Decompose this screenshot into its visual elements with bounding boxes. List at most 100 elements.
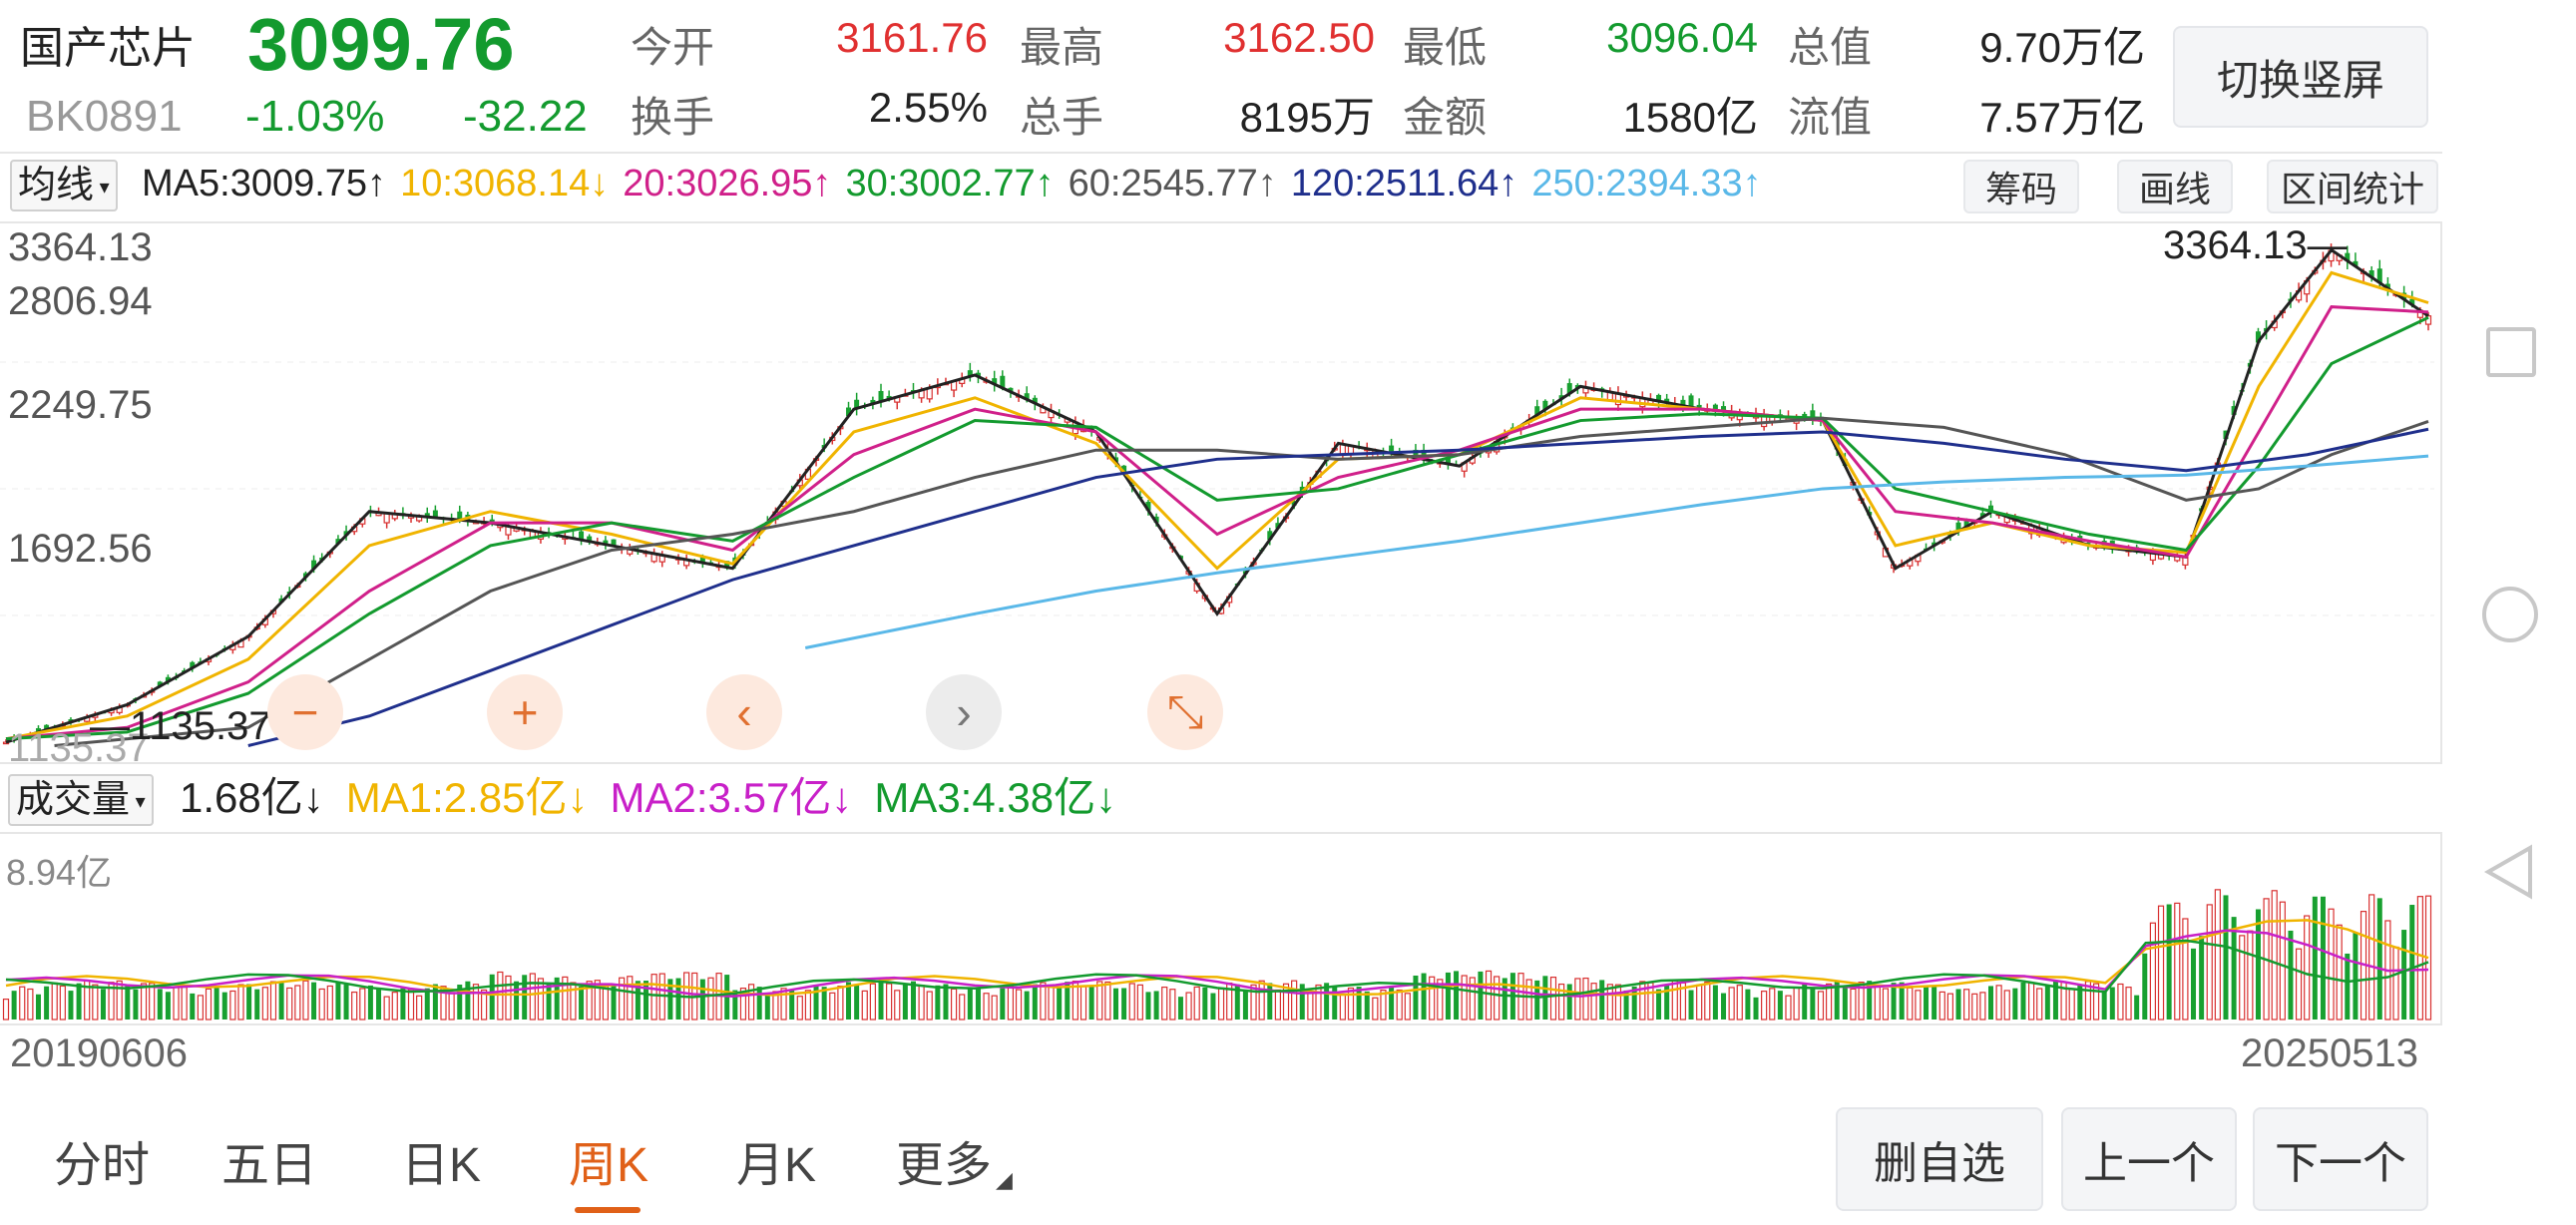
price-axis-label: 3364.13 — [8, 225, 153, 269]
volume-bar — [1315, 984, 1322, 1021]
quote-value: 3161.76 — [836, 14, 988, 61]
scroll-left-button[interactable]: ‹ — [706, 674, 782, 750]
volume-bar — [2182, 918, 2189, 1021]
ma-value: 30:3002.77↑ — [845, 163, 1055, 204]
zoom-out-button[interactable]: − — [267, 674, 343, 750]
ma-value: MA5:3009.75↑ — [142, 163, 387, 204]
volume-bar — [1413, 975, 1419, 1020]
tab-5[interactable]: 更多 — [896, 1125, 992, 1195]
remove-favorite-button[interactable]: 删自选 — [1836, 1107, 2043, 1211]
volume-bar — [302, 980, 309, 1021]
tab-3[interactable]: 周K — [569, 1125, 648, 1195]
volume-bar — [959, 994, 966, 1021]
volume-bar — [1915, 990, 1922, 1021]
back-icon[interactable] — [2482, 844, 2534, 900]
volume-bar — [391, 992, 398, 1021]
ma-value: 20:3026.95↑ — [623, 163, 832, 204]
volume-bar — [1210, 993, 1216, 1020]
volume-bar — [1015, 989, 1023, 1021]
volume-bar — [407, 989, 415, 1021]
volume-bar — [2239, 935, 2246, 1021]
volume-chart-area[interactable] — [0, 832, 2442, 1025]
recent-apps-icon[interactable] — [2486, 327, 2536, 377]
quote-label: 今开 — [631, 24, 715, 71]
volume-bar — [261, 987, 268, 1021]
volume-bar — [1938, 991, 1945, 1021]
draw-line-button[interactable]: 画线 — [2117, 160, 2233, 213]
volume-bar — [1825, 983, 1833, 1021]
next-button[interactable]: 下一个 — [2253, 1107, 2428, 1211]
volume-bar — [157, 989, 163, 1020]
volume-bar — [1421, 973, 1427, 1020]
volume-bar — [2191, 948, 2197, 1020]
volume-bar — [59, 985, 66, 1021]
volume-bar — [35, 994, 41, 1020]
volume-bar — [2036, 988, 2043, 1021]
home-icon[interactable] — [2482, 587, 2538, 642]
tab-2[interactable]: 日K — [401, 1125, 481, 1195]
volume-bar — [1217, 987, 1225, 1021]
zoom-in-button[interactable]: + — [487, 674, 563, 750]
quote-label: 金额 — [1403, 94, 1488, 141]
volume-bar — [1339, 994, 1346, 1021]
volume-bar — [2353, 933, 2359, 1020]
tab-0[interactable]: 分时 — [54, 1125, 150, 1195]
quote-value: 9.70万亿 — [1979, 24, 2145, 71]
tab-4[interactable]: 月K — [736, 1125, 816, 1195]
ma-line-ma20 — [5, 305, 2429, 741]
quote-value: 8195万 — [1239, 94, 1375, 141]
volume-bar — [44, 986, 50, 1020]
stock-code: BK0891 — [26, 92, 183, 141]
volume-bar — [465, 981, 471, 1020]
ma-selector[interactable]: 均线 ▾ — [10, 160, 118, 211]
volume-bar — [1924, 985, 1930, 1020]
tab-1[interactable]: 五日 — [221, 1125, 317, 1195]
volume-bar — [76, 983, 82, 1020]
volume-bar — [2416, 896, 2423, 1021]
volume-ma-value: 1.68亿↓ — [180, 774, 324, 821]
chips-button[interactable]: 筹码 — [1963, 160, 2079, 213]
volume-bar — [2223, 895, 2229, 1020]
volume-bar — [1040, 982, 1047, 1021]
volume-bar — [1161, 986, 1168, 1021]
kline-chart-area[interactable] — [0, 221, 2442, 764]
volume-bar — [894, 990, 901, 1021]
volume-bar — [2134, 995, 2140, 1020]
reset-zoom-button[interactable]: ⤡ — [1147, 674, 1223, 750]
volume-bar — [650, 974, 657, 1021]
previous-button[interactable]: 上一个 — [2061, 1107, 2237, 1211]
volume-bar — [1745, 989, 1751, 1020]
volume-bar — [294, 985, 301, 1021]
volume-bar — [1793, 987, 1800, 1021]
volume-bar — [2149, 922, 2157, 1021]
quote-label: 换手 — [631, 94, 715, 141]
scroll-right-button[interactable]: › — [926, 674, 1002, 750]
volume-bar — [2288, 930, 2294, 1020]
volume-bar — [343, 985, 349, 1020]
volume-bar — [950, 988, 958, 1021]
volume-bar — [351, 991, 358, 1021]
volume-bar — [246, 984, 252, 1020]
switch-portrait-button[interactable]: 切换竖屏 — [2173, 26, 2428, 128]
quote-label: 流值 — [1788, 94, 1873, 141]
volume-bar — [1000, 988, 1006, 1020]
volume-bar — [229, 990, 236, 1021]
ma-values: MA5:3009.75↑ 10:3068.14↓ 20:3026.95↑ 30:300… — [142, 160, 1776, 207]
volume-bar — [2, 999, 10, 1021]
volume-bar — [1810, 987, 1816, 1020]
volume-bar — [829, 992, 836, 1021]
dropdown-icon: ▾ — [130, 790, 146, 813]
volume-bar — [359, 988, 366, 1021]
stock-name: 国产芯片 — [20, 24, 196, 73]
volume-chart-svg — [2, 889, 2432, 1021]
volume-bar — [197, 995, 204, 1021]
volume-bar — [2271, 890, 2278, 1021]
volume-bar — [190, 993, 196, 1020]
quote-value: 3096.04 — [1606, 14, 1758, 61]
volume-values: 1.68亿↓ MA1:2.85亿↓ MA2:3.57亿↓ MA3:4.38亿↓ — [180, 774, 1138, 822]
volume-selector[interactable]: 成交量 ▾ — [8, 774, 154, 826]
range-stats-button[interactable]: 区间统计 — [2267, 160, 2438, 213]
volume-bar — [2166, 904, 2172, 1020]
volume-bar — [1274, 989, 1282, 1021]
volume-bar — [1454, 971, 1460, 1020]
